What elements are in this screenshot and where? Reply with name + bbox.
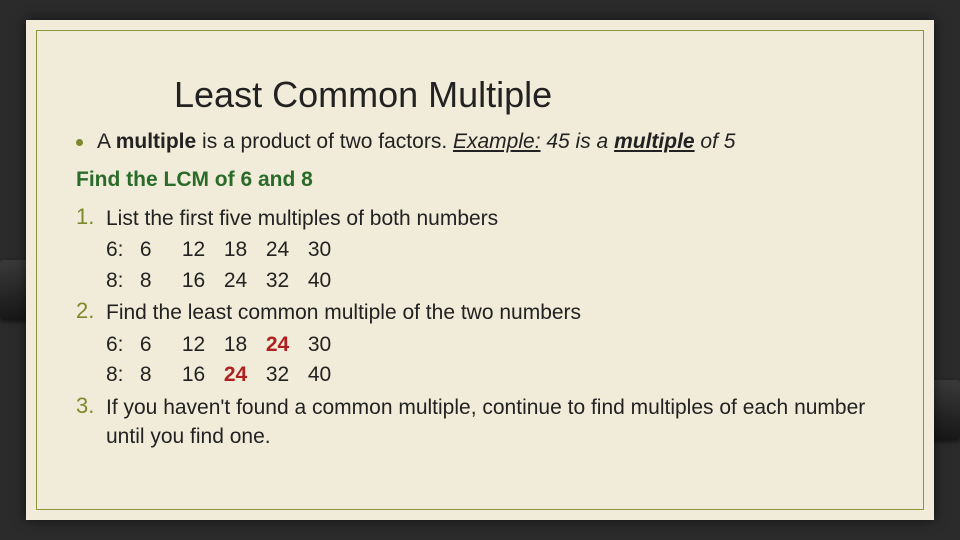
problem-heading: Find the LCM of 6 and 8 bbox=[76, 168, 896, 192]
multiple-value: 12 bbox=[182, 330, 224, 360]
multiple-value: 40 bbox=[308, 360, 350, 390]
step-number: 2. bbox=[76, 298, 106, 324]
multiple-value: 12 bbox=[182, 235, 224, 265]
row-label: 8: bbox=[106, 266, 134, 296]
multiple-value: 24 bbox=[266, 330, 308, 360]
multiples-row: 8: 816243240 bbox=[106, 360, 896, 390]
definition-bullet: A multiple is a product of two factors. … bbox=[76, 130, 896, 154]
step-text: Find the least common multiple of the tw… bbox=[106, 298, 581, 327]
step-3: 3.If you haven't found a common multiple… bbox=[76, 393, 896, 452]
multiples-row: 6: 612182430 bbox=[106, 330, 896, 360]
step-2: 2.Find the least common multiple of the … bbox=[76, 298, 896, 327]
multiple-value: 6 bbox=[140, 330, 182, 360]
multiple-value: 6 bbox=[140, 235, 182, 265]
multiples-row: 6: 612182430 bbox=[106, 235, 896, 265]
multiple-value: 16 bbox=[182, 266, 224, 296]
multiple-value: 16 bbox=[182, 360, 224, 390]
definition-text: A multiple is a product of two factors. … bbox=[97, 130, 735, 154]
multiple-value: 24 bbox=[224, 266, 266, 296]
multiple-value: 32 bbox=[266, 266, 308, 296]
step-text: List the first five multiples of both nu… bbox=[106, 204, 498, 233]
multiple-value: 30 bbox=[308, 330, 350, 360]
multiple-value: 32 bbox=[266, 360, 308, 390]
multiple-value: 18 bbox=[224, 235, 266, 265]
multiple-value: 24 bbox=[224, 360, 266, 390]
multiple-value: 8 bbox=[140, 266, 182, 296]
bullet-icon bbox=[76, 139, 83, 146]
multiple-value: 40 bbox=[308, 266, 350, 296]
steps-list: 1.List the first five multiples of both … bbox=[64, 204, 896, 451]
slide-title: Least Common Multiple bbox=[174, 74, 896, 116]
multiples-row: 8: 816243240 bbox=[106, 266, 896, 296]
slide-card: Least Common Multiple A multiple is a pr… bbox=[26, 20, 934, 520]
multiple-value: 30 bbox=[308, 235, 350, 265]
multiple-value: 18 bbox=[224, 330, 266, 360]
row-label: 8: bbox=[106, 360, 134, 390]
step-text: If you haven't found a common multiple, … bbox=[106, 393, 896, 452]
row-label: 6: bbox=[106, 235, 134, 265]
step-number: 3. bbox=[76, 393, 106, 419]
multiple-value: 8 bbox=[140, 360, 182, 390]
step-number: 1. bbox=[76, 204, 106, 230]
step-1: 1.List the first five multiples of both … bbox=[76, 204, 896, 233]
multiple-value: 24 bbox=[266, 235, 308, 265]
row-label: 6: bbox=[106, 330, 134, 360]
